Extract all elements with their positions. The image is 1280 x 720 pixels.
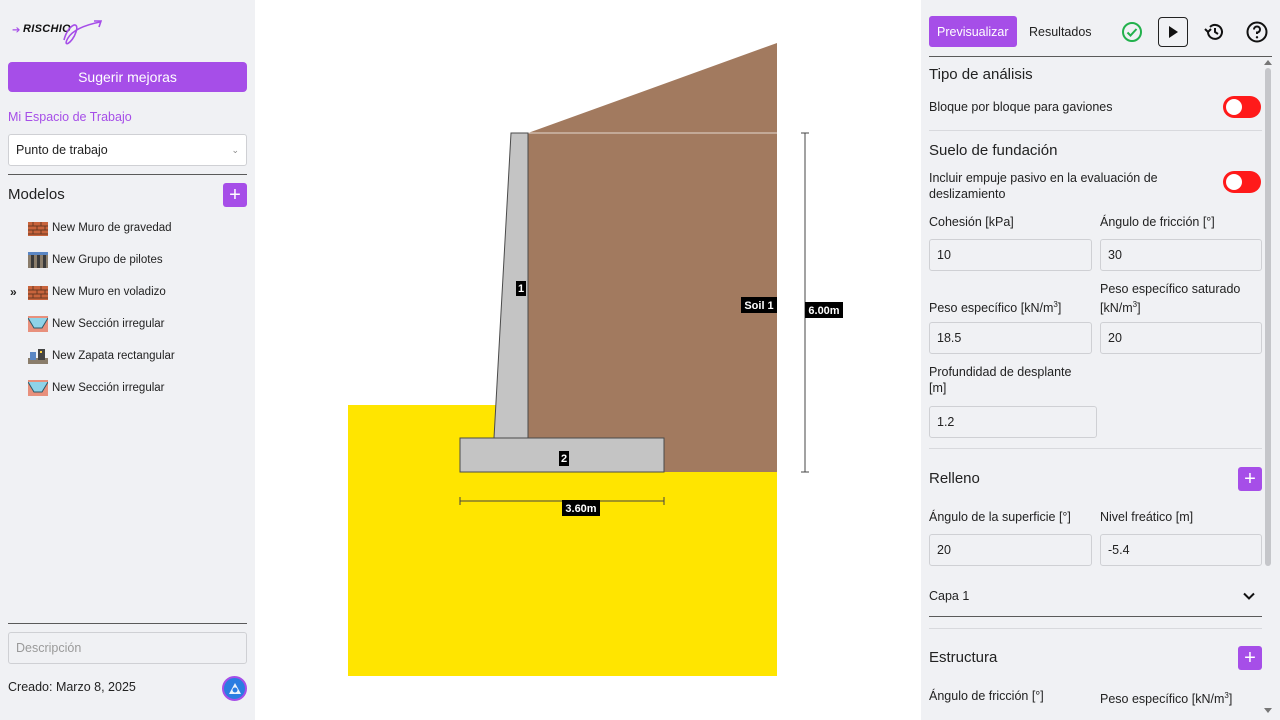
footing-label-tag: 2 — [559, 451, 569, 466]
model-item[interactable]: New Muro de gravedad — [8, 212, 247, 244]
gabion-toggle[interactable] — [1223, 96, 1261, 118]
section-separator — [929, 628, 1262, 629]
embedment-depth-label: Profundidad de desplante [m] — [929, 365, 1072, 395]
footing-icon — [28, 349, 48, 364]
model-item-label: New Muro en voladizo — [52, 286, 166, 298]
tab-results[interactable]: Resultados — [1029, 16, 1092, 47]
model-item-label: New Grupo de pilotes — [52, 254, 163, 266]
wall-label-tag: 1 — [516, 281, 526, 296]
structure-friction-label: Ángulo de fricción [°] — [929, 689, 1044, 703]
workspace-link[interactable]: Mi Espacio de Trabajo — [8, 110, 132, 124]
brick-wall-icon — [28, 222, 48, 236]
active-model-marker: » — [10, 285, 17, 299]
cohesion-label: Cohesión [kPa] — [929, 215, 1014, 229]
structure-title: Estructura — [929, 649, 998, 666]
workpoint-select[interactable]: Punto de trabajo ⌄ — [8, 134, 247, 166]
sidebar-divider — [8, 174, 247, 175]
height-dim-tag: 6.00m — [805, 302, 843, 318]
sidebar: ➔ RISCHIO Sugerir mejoras Mi Espacio de … — [0, 0, 255, 720]
scroll-down-icon[interactable] — [1264, 708, 1272, 713]
gabion-label: Bloque por bloque para gaviones — [929, 100, 1113, 114]
help-icon[interactable] — [1245, 20, 1269, 44]
description-input[interactable] — [8, 632, 247, 664]
wall-diagram: 1 2 Soil 1 6.00m 3.60m — [348, 43, 843, 676]
layer-divider — [929, 616, 1262, 617]
panel-divider — [929, 56, 1272, 57]
model-item[interactable]: New Zapata rectangular — [8, 340, 247, 372]
layer-1-label[interactable]: Capa 1 — [929, 588, 969, 604]
unit-weight-label: Peso específico [kN/m3] — [929, 300, 1062, 316]
workpoint-select-value: Punto de trabajo — [16, 143, 108, 157]
check-circle-icon[interactable] — [1121, 21, 1143, 43]
foundation-soil-title: Suelo de fundación — [929, 142, 1058, 159]
section-separator — [929, 130, 1262, 131]
history-icon[interactable] — [1203, 20, 1227, 44]
unit-weight-input[interactable]: 18.5 — [929, 322, 1092, 354]
suggest-improvements-button[interactable]: Sugerir mejoras — [8, 62, 247, 92]
scroll-up-icon[interactable] — [1264, 60, 1272, 65]
analysis-type-title: Tipo de análisis — [929, 66, 1033, 83]
section-separator — [929, 448, 1262, 449]
model-item-label: New Sección irregular — [52, 318, 165, 330]
model-item[interactable]: New Sección irregular — [8, 372, 247, 404]
width-dim-tag: 3.60m — [562, 500, 600, 516]
passive-pressure-label: Incluir empuje pasivo en la evaluación d… — [929, 171, 1158, 201]
friction-angle-input[interactable]: 30 — [1100, 239, 1262, 271]
created-date: Creado: Marzo 8, 2025 — [8, 680, 136, 694]
soil-label-tag: Soil 1 — [741, 297, 777, 313]
wall-label: 1 — [518, 283, 524, 295]
model-item-active[interactable]: » New Muro en voladizo — [8, 276, 247, 308]
play-icon — [1169, 26, 1178, 38]
models-title: Modelos — [8, 186, 65, 203]
rischio-logo[interactable]: ➔ RISCHIO — [10, 18, 110, 50]
irregular-section-icon — [28, 316, 48, 332]
properties-panel: Previsualizar Resultados Tipo de análisi… — [921, 0, 1280, 720]
panel-scrollbar[interactable] — [1265, 68, 1271, 566]
height-dim-label: 6.00m — [808, 305, 839, 317]
model-item[interactable]: New Sección irregular — [8, 308, 247, 340]
avatar[interactable] — [222, 676, 247, 701]
saturated-weight-label: Peso específico saturado [kN/m3] — [1100, 282, 1241, 316]
soil-label: Soil 1 — [744, 300, 773, 312]
logo-swoosh-icon — [63, 20, 103, 45]
tab-preview[interactable]: Previsualizar — [929, 16, 1017, 47]
model-item-label: New Sección irregular — [52, 382, 165, 394]
water-level-label: Nivel freático [m] — [1100, 510, 1194, 524]
footing-label: 2 — [561, 453, 567, 465]
backfill-title: Relleno — [929, 470, 980, 487]
brick-wall-icon — [28, 286, 48, 300]
model-item-label: New Zapata rectangular — [52, 350, 175, 362]
irregular-section-icon — [28, 380, 48, 396]
saturated-weight-input[interactable]: 20 — [1100, 322, 1262, 354]
water-level-input[interactable]: -5.4 — [1100, 534, 1262, 566]
model-canvas[interactable]: 1 2 Soil 1 6.00m 3.60m — [255, 0, 921, 720]
chevron-down-icon: ⌄ — [231, 144, 239, 155]
embedment-depth-input[interactable]: 1.2 — [929, 406, 1097, 438]
sidebar-divider — [8, 623, 247, 624]
add-model-button[interactable]: + — [223, 183, 247, 207]
add-structure-button[interactable]: + — [1238, 646, 1262, 670]
backfill-soil — [528, 43, 777, 472]
width-dim-label: 3.60m — [565, 503, 596, 515]
structure-weight-label: Peso específico [kN/m3] — [1100, 691, 1233, 707]
add-backfill-button[interactable]: + — [1238, 467, 1262, 491]
models-list: New Muro de gravedad New Grupo de pilote… — [8, 212, 247, 404]
model-item[interactable]: New Grupo de pilotes — [8, 244, 247, 276]
surface-angle-input[interactable]: 20 — [929, 534, 1092, 566]
user-avatar-icon — [228, 682, 241, 694]
pile-group-icon — [28, 252, 48, 268]
friction-angle-label: Ángulo de fricción [°] — [1100, 215, 1215, 229]
passive-pressure-toggle[interactable] — [1223, 171, 1261, 193]
surface-angle-label: Ángulo de la superficie [°] — [929, 510, 1071, 524]
model-item-label: New Muro de gravedad — [52, 222, 172, 234]
logo-arrow-icon: ➔ — [12, 25, 21, 36]
chevron-down-icon[interactable] — [1242, 589, 1256, 603]
run-button[interactable] — [1158, 17, 1188, 47]
cohesion-input[interactable]: 10 — [929, 239, 1092, 271]
